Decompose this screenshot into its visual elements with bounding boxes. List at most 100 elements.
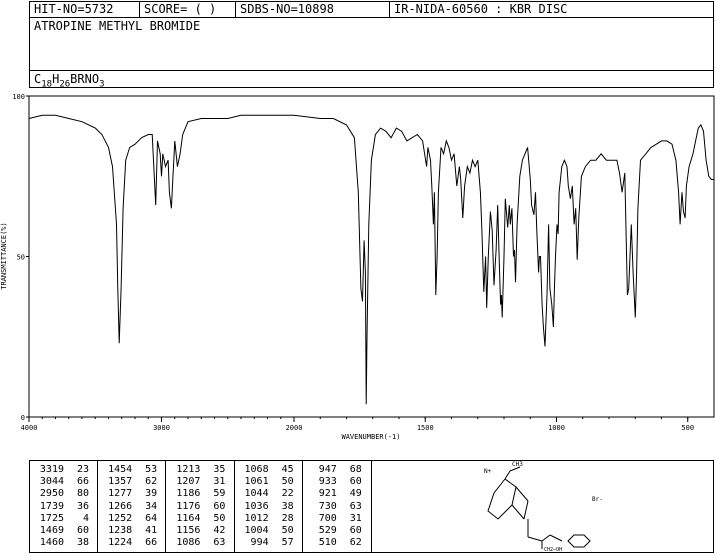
peak-transmittance: 45 bbox=[281, 464, 294, 475]
peak-transmittance: 42 bbox=[213, 525, 226, 537]
peak-row: 994 57 bbox=[235, 537, 302, 549]
peak-transmittance: 80 bbox=[76, 488, 89, 500]
peak-row: 933 60 bbox=[303, 476, 371, 488]
peak-transmittance: 28 bbox=[281, 512, 294, 524]
peak-wavenumber: 1012 bbox=[244, 512, 269, 524]
peak-wavenumber: 1357 bbox=[108, 476, 133, 488]
peak-row: 1061 50 bbox=[235, 476, 302, 488]
structure-diagram: N+ CH3 Br- CH2—OH bbox=[372, 460, 714, 553]
peak-wavenumber: 1277 bbox=[108, 488, 133, 500]
peak-wavenumber: 1186 bbox=[176, 488, 201, 500]
peak-row: 1266 34 bbox=[98, 501, 165, 513]
peak-wavenumber: 921 bbox=[318, 488, 337, 500]
peak-wavenumber: 1252 bbox=[108, 512, 133, 524]
peak-row: 1454 53 bbox=[98, 464, 165, 476]
x-tick-label: 4000 bbox=[21, 424, 38, 432]
x-tick-label: 2000 bbox=[286, 424, 303, 432]
peak-row: 1224 66 bbox=[98, 537, 165, 549]
peak-row: 2950 80 bbox=[30, 488, 97, 500]
peak-wavenumber: 1725 bbox=[39, 512, 64, 524]
peak-wavenumber: 1469 bbox=[39, 525, 64, 537]
peak-transmittance: 62 bbox=[349, 537, 362, 549]
peak-column: 3319 23 3044 66 2950 80 1739 36 1725 4 1469 60 1460 3… bbox=[30, 461, 99, 552]
peak-row: 1213 35 bbox=[166, 464, 233, 476]
peak-transmittance: 23 bbox=[76, 464, 89, 475]
peak-wavenumber: 1176 bbox=[176, 500, 201, 512]
bromide-label: Br- bbox=[592, 496, 603, 503]
peak-transmittance: 63 bbox=[213, 537, 226, 549]
peak-transmittance: 60 bbox=[349, 525, 362, 537]
hydroxymethyl-label: CH2—OH bbox=[544, 547, 562, 553]
peak-row: 1357 62 bbox=[98, 476, 165, 488]
peak-wavenumber: 1739 bbox=[39, 500, 64, 512]
peak-wavenumber: 3044 bbox=[39, 476, 64, 488]
peak-wavenumber: 1224 bbox=[108, 537, 133, 549]
peak-row: 3044 66 bbox=[30, 476, 97, 488]
x-axis-label: WAVENUMBER(-1) bbox=[341, 433, 400, 441]
peak-transmittance: 60 bbox=[76, 525, 89, 537]
peak-row: 1004 50 bbox=[235, 525, 302, 537]
peak-transmittance: 38 bbox=[281, 500, 294, 512]
peak-wavenumber: 947 bbox=[318, 464, 337, 475]
peak-row: 1469 60 bbox=[30, 525, 97, 537]
peak-wavenumber: 1068 bbox=[244, 464, 269, 475]
peak-transmittance: 22 bbox=[281, 488, 294, 500]
x-tick-label: 1000 bbox=[548, 424, 565, 432]
peak-row: 1186 59 bbox=[166, 488, 233, 500]
peak-transmittance: 64 bbox=[145, 512, 158, 524]
peak-transmittance: 31 bbox=[349, 512, 362, 524]
peak-wavenumber: 529 bbox=[318, 525, 337, 537]
x-tick-label: 1500 bbox=[417, 424, 434, 432]
methyl-label: CH3 bbox=[512, 461, 523, 468]
x-tick-label: 500 bbox=[681, 424, 694, 432]
peak-wavenumber: 933 bbox=[318, 476, 337, 488]
peak-row: 1739 36 bbox=[30, 501, 97, 513]
peak-table: 3319 23 3044 66 2950 80 1739 36 1725 4 1469 60 1460 3… bbox=[29, 460, 372, 553]
plot-frame bbox=[28, 95, 715, 418]
peak-wavenumber: 510 bbox=[318, 537, 337, 549]
peak-wavenumber: 1266 bbox=[108, 500, 133, 512]
peak-transmittance: 68 bbox=[349, 464, 362, 475]
peak-wavenumber: 700 bbox=[318, 512, 337, 524]
peak-wavenumber: 1036 bbox=[244, 500, 269, 512]
peak-row: 1086 63 bbox=[166, 537, 233, 549]
peak-wavenumber: 1061 bbox=[244, 476, 269, 488]
y-tick-label: 100 bbox=[12, 93, 25, 101]
y-tick-label: 0 bbox=[21, 414, 25, 422]
peak-column: 1454 53 1357 62 1277 39 1266 34 1252 64 1238 41 1224… bbox=[98, 461, 167, 552]
peak-wavenumber: 1004 bbox=[244, 525, 269, 537]
peak-row: 1068 45 bbox=[235, 464, 302, 476]
peak-wavenumber: 1164 bbox=[176, 512, 201, 524]
peak-row: 1238 41 bbox=[98, 525, 165, 537]
peak-transmittance: 31 bbox=[213, 476, 226, 488]
peak-wavenumber: 1086 bbox=[176, 537, 201, 549]
peak-column: 947 68 933 60 921 49 730 63 700 31 529 60 510 62 bbox=[303, 461, 371, 552]
peak-row: 730 63 bbox=[303, 501, 371, 513]
x-tick-label: 3000 bbox=[153, 424, 170, 432]
peak-transmittance: 57 bbox=[281, 537, 294, 549]
ir-spectrum-chart: 4000 3000 2000 1500 1000 500100500 WAVENUMBER… bbox=[0, 93, 715, 441]
spectrum-line bbox=[28, 114, 714, 405]
peak-row: 1460 38 bbox=[30, 537, 97, 549]
molecule-drawing: N+ CH3 Br- CH2—OH bbox=[484, 461, 603, 553]
peak-transmittance: 38 bbox=[76, 537, 89, 549]
peak-row: 700 31 bbox=[303, 513, 371, 525]
peak-wavenumber: 1213 bbox=[176, 464, 201, 475]
peak-wavenumber: 3319 bbox=[39, 464, 64, 475]
peak-wavenumber: 1044 bbox=[244, 488, 269, 500]
peak-row: 1176 60 bbox=[166, 501, 233, 513]
peak-row: 1252 64 bbox=[98, 513, 165, 525]
peak-transmittance: 39 bbox=[145, 488, 158, 500]
peak-transmittance: 62 bbox=[145, 476, 158, 488]
peak-transmittance: 60 bbox=[213, 500, 226, 512]
peak-transmittance: 63 bbox=[349, 500, 362, 512]
peak-column: 1068 45 1061 50 1044 22 1036 38 1012 28 1004 50 994 5… bbox=[235, 461, 303, 552]
peak-row: 947 68 bbox=[303, 464, 371, 476]
y-axis-label: TRANSMITTANCE(%) bbox=[0, 222, 8, 289]
peak-row: 1036 38 bbox=[235, 501, 302, 513]
peak-transmittance: 53 bbox=[145, 464, 158, 475]
peak-transmittance: 66 bbox=[145, 537, 158, 549]
peak-row: 3319 23 bbox=[30, 464, 97, 476]
peak-row: 529 60 bbox=[303, 525, 371, 537]
peak-row: 510 62 bbox=[303, 537, 371, 549]
